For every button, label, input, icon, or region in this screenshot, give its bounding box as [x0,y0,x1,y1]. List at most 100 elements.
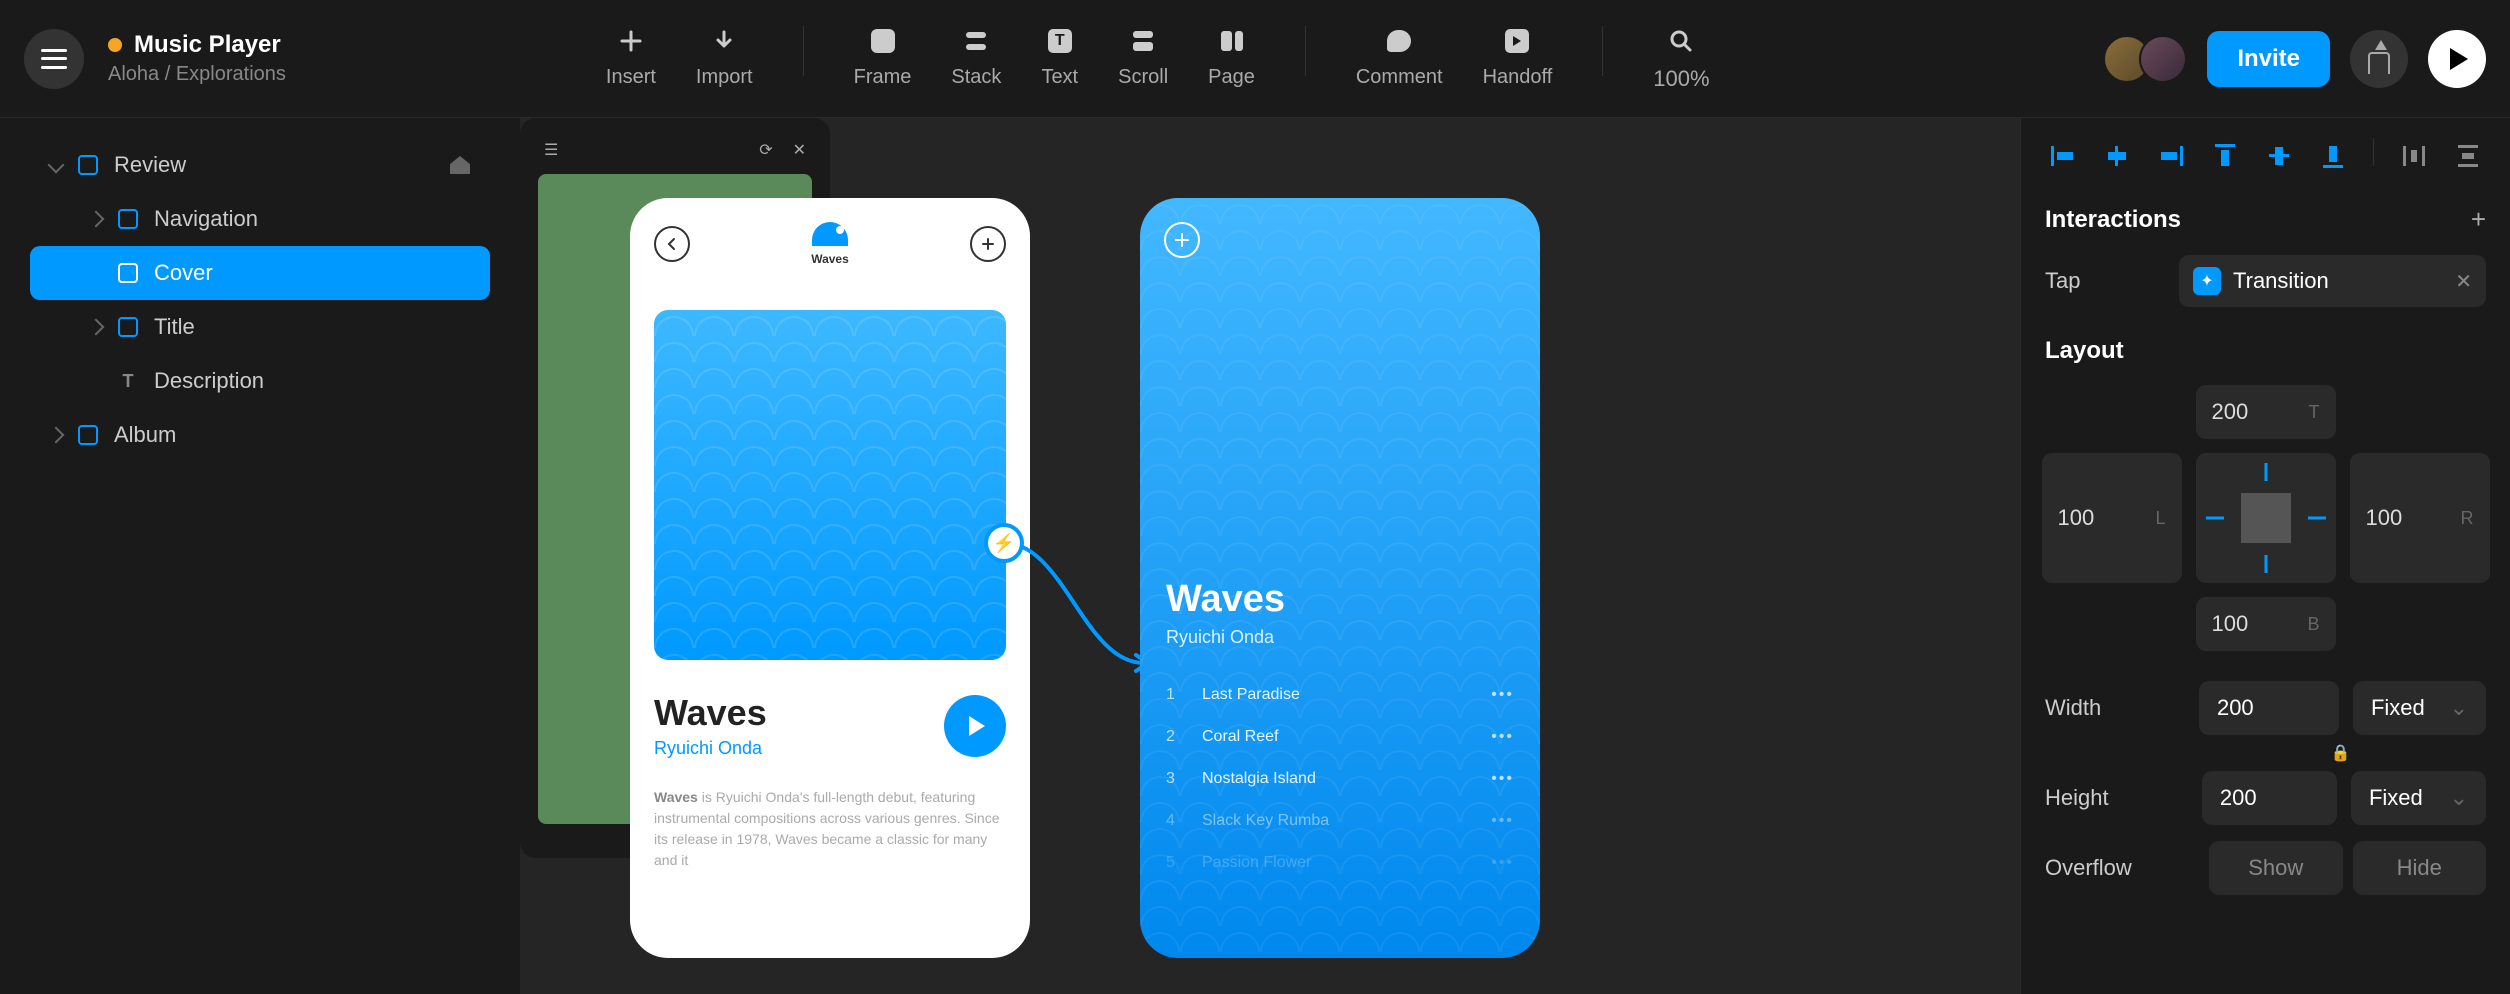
project-title: Music Player [134,31,281,59]
wave-pattern-icon [654,310,1006,660]
height-mode-select[interactable]: Fixed⌄ [2351,771,2486,825]
align-top-button[interactable] [2207,138,2243,174]
track-row[interactable]: 1Last Paradise••• [1166,674,1514,716]
align-right-button[interactable] [2153,138,2189,174]
album-artist[interactable]: Ryuichi Onda [654,738,767,759]
align-center-v-button[interactable] [2261,138,2297,174]
app-logo: Waves [811,222,849,266]
track-row[interactable]: 4Slack Key Rumba••• [1166,800,1514,842]
scroll-tool[interactable]: Scroll [1118,26,1168,92]
add-interaction-button[interactable]: + [2471,204,2486,235]
frame-icon [118,263,138,283]
close-icon[interactable]: ✕ [793,140,806,160]
more-icon[interactable]: ••• [1491,770,1514,788]
canvas[interactable]: Waves Waves Ryuichi Onda Waves is Ryuich… [520,118,2020,994]
chevron-down-icon [48,157,65,174]
position-top-input[interactable]: 200T [2196,385,2336,439]
album-cover[interactable] [654,310,1006,660]
share-icon [2368,52,2390,74]
reload-icon[interactable]: ⟳ [759,140,772,160]
layout-heading: Layout [2045,337,2124,365]
interaction-action-chip[interactable]: ✦ Transition ✕ [2179,255,2486,307]
album-title: Waves [654,692,767,734]
handoff-icon [1502,26,1532,56]
chevron-right-icon [48,427,65,444]
layer-album[interactable]: Album [30,408,490,462]
frame-icon [118,317,138,337]
preview-menu-icon[interactable]: ☰ [544,140,558,160]
lock-icon[interactable]: 🔒 [2331,745,2351,762]
invite-button[interactable]: Invite [2207,31,2330,87]
zoom-level: 100% [1653,66,1709,92]
plus-icon [981,237,995,251]
layer-description[interactable]: T Description [30,354,490,408]
layer-cover[interactable]: Cover [30,246,490,300]
import-tool[interactable]: Import [696,26,753,92]
overflow-hide-button[interactable]: Hide [2353,841,2487,895]
zoom-tool[interactable]: 100% [1653,26,1709,92]
handoff-tool[interactable]: Handoff [1483,26,1553,92]
avatar [2139,35,2187,83]
preview-play-button[interactable] [2428,30,2486,88]
add-button[interactable] [970,226,1006,262]
insert-tool[interactable]: Insert [606,26,656,92]
interaction-trigger-label[interactable]: Tap [2045,268,2165,294]
artboard-album[interactable]: Waves Ryuichi Onda 1Last Paradise••• 2Co… [1140,198,1540,958]
status-dot-icon [108,38,122,52]
arrow-left-icon [665,237,679,251]
width-input[interactable]: 200 [2199,681,2339,735]
layer-review[interactable]: Review [30,138,490,192]
position-bottom-input[interactable]: 100B [2196,597,2336,651]
distribute-h-button[interactable] [2396,138,2432,174]
width-mode-select[interactable]: Fixed⌄ [2353,681,2486,735]
overflow-show-button[interactable]: Show [2209,841,2343,895]
collaborator-avatars[interactable] [2103,35,2187,83]
artboard-review[interactable]: Waves Waves Ryuichi Onda Waves is Ryuich… [630,198,1030,958]
frame-icon [868,26,898,56]
height-label: Height [2045,785,2188,811]
remove-interaction-button[interactable]: ✕ [2455,269,2472,294]
frame-icon [78,155,98,175]
constraints-widget[interactable] [2196,453,2336,583]
height-input[interactable]: 200 [2202,771,2337,825]
track-row[interactable]: 5Passion Flower••• [1166,842,1514,884]
track-row[interactable]: 2Coral Reef••• [1166,716,1514,758]
layer-navigation[interactable]: Navigation [30,192,490,246]
more-icon[interactable]: ••• [1491,686,1514,704]
back-button[interactable] [654,226,690,262]
stack-icon [961,26,991,56]
text-icon: T [1045,26,1075,56]
comment-tool[interactable]: Comment [1356,26,1443,92]
frame-icon [78,425,98,445]
more-icon[interactable]: ••• [1491,812,1514,830]
share-button[interactable] [2350,30,2408,88]
sparkle-icon: ✦ [2193,267,2221,295]
album-title: Waves [1166,578,1514,621]
page-tool[interactable]: Page [1208,26,1255,92]
project-path[interactable]: Aloha / Explorations [108,63,286,86]
layer-panel: Review Navigation Cover Title T Descript… [0,118,520,994]
layer-title[interactable]: Title [30,300,490,354]
main-menu-button[interactable] [24,29,84,89]
position-left-input[interactable]: 100L [2042,453,2182,583]
align-center-h-button[interactable] [2099,138,2135,174]
track-row[interactable]: 3Nostalgia Island••• [1166,758,1514,800]
align-bottom-button[interactable] [2315,138,2351,174]
text-tool[interactable]: T Text [1041,26,1078,92]
page-icon [1217,26,1247,56]
scroll-icon [1128,26,1158,56]
album-artist: Ryuichi Onda [1166,627,1514,648]
frame-tool[interactable]: Frame [854,26,912,92]
chevron-right-icon [88,319,105,336]
stack-tool[interactable]: Stack [951,26,1001,92]
frame-icon [118,209,138,229]
position-right-input[interactable]: 100R [2350,453,2490,583]
download-icon [709,26,739,56]
play-button[interactable] [944,695,1006,757]
distribute-v-button[interactable] [2450,138,2486,174]
home-icon [450,156,470,174]
more-icon[interactable]: ••• [1491,854,1514,872]
album-description: Waves is Ryuichi Onda's full-length debu… [630,771,1030,887]
align-left-button[interactable] [2045,138,2081,174]
more-icon[interactable]: ••• [1491,728,1514,746]
